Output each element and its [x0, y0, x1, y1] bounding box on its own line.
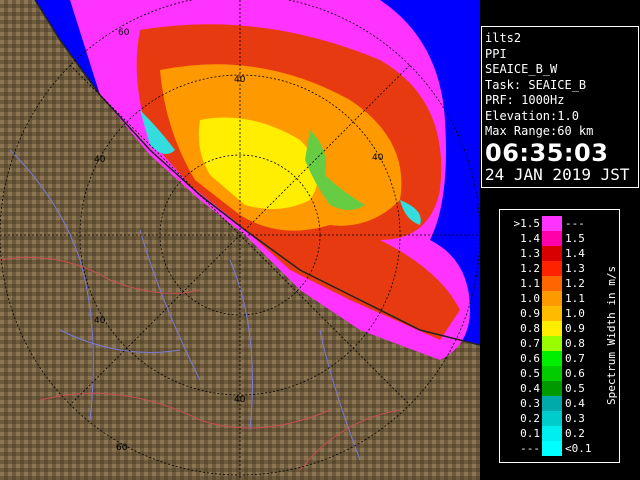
- legend-upper-value: 1.5: [565, 232, 585, 245]
- legend-swatch: [542, 276, 562, 291]
- legend-lower-value: 0.7: [520, 337, 540, 350]
- legend-row: 0.1 0.2: [500, 426, 619, 441]
- legend-swatch: [542, 306, 562, 321]
- task-label: Task: SEAICE_B: [485, 77, 587, 92]
- legend-swatch: [542, 381, 562, 396]
- legend-row: --- <0.1: [500, 441, 619, 456]
- legend-swatch: [542, 321, 562, 336]
- legend-upper-value: 1.1: [565, 292, 585, 305]
- legend-upper-value: 0.4: [565, 397, 585, 410]
- ring-label: 40: [94, 316, 106, 326]
- legend-lower-value: 0.3: [520, 397, 540, 410]
- legend-title: Spectrum Width in m/s: [605, 266, 618, 405]
- legend-swatch: [542, 261, 562, 276]
- legend-swatch: [542, 246, 562, 261]
- legend-upper-value: 0.5: [565, 382, 585, 395]
- scan-time: 06:35:03: [485, 138, 609, 167]
- legend-lower-value: 0.5: [520, 367, 540, 380]
- radar-ppi-map: 60 40 40 40 40 40 60: [0, 0, 480, 480]
- legend-swatch: [542, 231, 562, 246]
- elevation-label: Elevation:1.0: [485, 108, 579, 123]
- legend-swatch: [542, 351, 562, 366]
- scan-date: 24 JAN 2019 JST: [485, 164, 630, 184]
- legend-lower-value: 0.2: [520, 412, 540, 425]
- legend-lower-value: 0.4: [520, 382, 540, 395]
- legend-lower-value: 0.8: [520, 322, 540, 335]
- legend-row: 0.2 0.3: [500, 411, 619, 426]
- scan-name: SEAICE_B_W: [485, 62, 558, 76]
- legend-lower-value: >1.5: [513, 217, 541, 230]
- radar-info-panel: ilts2 PPI SEAICE_B_W Task: SEAICE_B PRF:…: [481, 26, 639, 188]
- ring-label: 40: [94, 155, 106, 165]
- site-name: ilts2: [485, 31, 522, 45]
- legend-swatch: [542, 366, 562, 381]
- legend-upper-value: 0.8: [565, 337, 585, 350]
- legend-title-text: Spectrum Width in m/s: [605, 266, 618, 405]
- legend-swatch: [542, 441, 562, 456]
- legend-upper-value: 0.3: [565, 412, 585, 425]
- ring-label: 40: [234, 75, 246, 85]
- legend-upper-value: 1.3: [565, 262, 585, 275]
- legend-upper-value: 0.2: [565, 427, 585, 440]
- legend-upper-value: 1.2: [565, 277, 585, 290]
- ring-label: 60: [116, 443, 128, 453]
- legend-lower-value: 1.3: [520, 247, 540, 260]
- ring-label: 60: [118, 28, 130, 38]
- legend-lower-value: 0.1: [520, 427, 540, 440]
- legend-lower-value: 1.0: [520, 292, 540, 305]
- legend-swatch: [542, 216, 562, 231]
- legend-upper-value: 0.9: [565, 322, 585, 335]
- legend-swatch: [542, 291, 562, 306]
- legend-lower-value: 1.2: [520, 262, 540, 275]
- legend-lower-value: 1.1: [520, 277, 540, 290]
- legend-lower-value: ---: [520, 442, 540, 455]
- ring-label: 40: [234, 395, 246, 405]
- ring-label: 40: [372, 153, 384, 163]
- legend-swatch: [542, 411, 562, 426]
- legend-upper-value: 1.0: [565, 307, 585, 320]
- legend-upper-value: <0.1: [565, 442, 592, 455]
- legend-upper-value: 0.6: [565, 367, 585, 380]
- legend-swatch: [542, 336, 562, 351]
- legend-upper-value: ---: [565, 217, 585, 230]
- legend-upper-value: 0.7: [565, 352, 585, 365]
- legend-swatch: [542, 426, 562, 441]
- scan-type: PPI: [485, 46, 507, 61]
- legend-swatch: [542, 396, 562, 411]
- legend-lower-value: 0.9: [520, 307, 540, 320]
- legend-lower-value: 0.6: [520, 352, 540, 365]
- legend-lower-value: 1.4: [520, 232, 540, 245]
- max-range-label: Max Range:60 km: [485, 124, 594, 138]
- prf-label: PRF: 1000Hz: [485, 93, 565, 107]
- legend-upper-value: 1.4: [565, 247, 585, 260]
